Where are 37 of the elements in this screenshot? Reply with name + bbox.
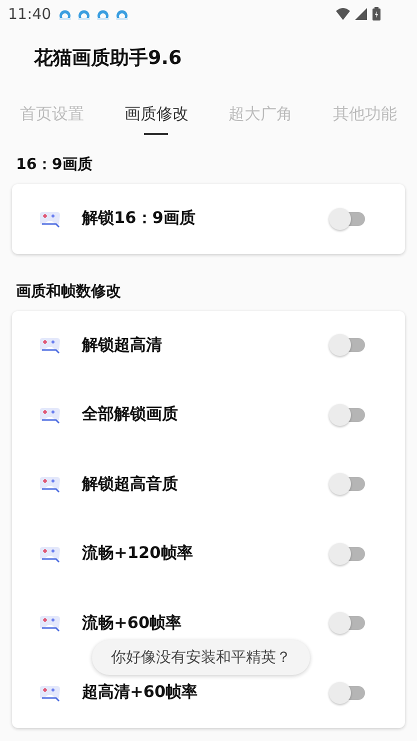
toggle-switch[interactable] bbox=[329, 333, 365, 358]
tab[interactable]: 其他功能 bbox=[312, 92, 417, 143]
toggle-switch[interactable] bbox=[329, 680, 365, 705]
gamepad-icon bbox=[38, 544, 62, 563]
toggle-switch[interactable] bbox=[329, 542, 365, 566]
notification-icon bbox=[77, 7, 92, 21]
battery-icon bbox=[372, 7, 381, 21]
signal-icon bbox=[355, 8, 367, 20]
status-time: 11:40 bbox=[8, 5, 52, 23]
tab[interactable]: 超大广角 bbox=[208, 92, 313, 143]
option-label: 超高清+60帧率 bbox=[82, 682, 198, 704]
tab[interactable]: 首页设置 bbox=[0, 92, 104, 143]
option-label: 解锁16：9画质 bbox=[82, 208, 196, 230]
wifi-icon bbox=[336, 8, 350, 20]
toggle-switch[interactable] bbox=[329, 402, 365, 427]
gamepad-icon bbox=[38, 406, 62, 424]
gamepad-icon bbox=[38, 336, 62, 354]
option-label: 流畅+120帧率 bbox=[82, 543, 193, 564]
notification-icon bbox=[58, 7, 72, 21]
toggle-switch[interactable] bbox=[329, 206, 365, 231]
toggle-switch[interactable] bbox=[329, 611, 365, 636]
app-title: 花猫画质助手9.6 bbox=[32, 46, 183, 71]
gamepad-icon bbox=[38, 614, 62, 632]
section-title: 画质和帧数修改 bbox=[15, 280, 122, 302]
notification-icon bbox=[96, 7, 110, 21]
option-label: 解锁超高清 bbox=[82, 334, 162, 356]
section-title: 16：9画质 bbox=[15, 154, 94, 175]
option-label: 全部解锁画质 bbox=[82, 404, 178, 426]
notification-icon bbox=[115, 7, 130, 21]
gamepad-icon bbox=[38, 475, 62, 494]
toggle-switch[interactable] bbox=[329, 472, 365, 496]
gamepad-icon bbox=[38, 684, 62, 702]
gamepad-icon bbox=[38, 210, 62, 228]
option-label: 流畅+60帧率 bbox=[82, 612, 182, 634]
toast-message: 你好像没有安装和平精英？ bbox=[92, 640, 310, 675]
tab[interactable]: 画质修改 bbox=[104, 92, 208, 143]
option-label: 解锁超高音质 bbox=[82, 474, 178, 495]
